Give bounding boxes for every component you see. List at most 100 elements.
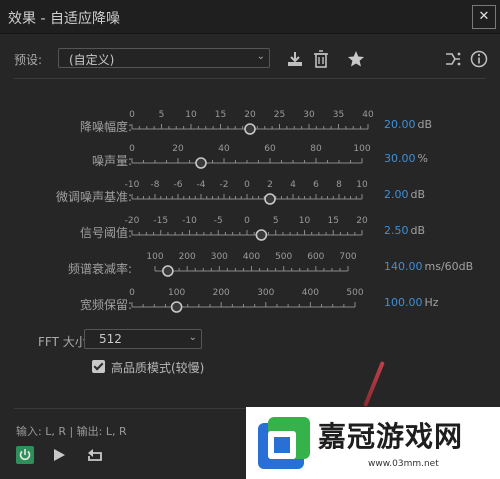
slider-scale[interactable]: 0 5 10 15 20 25 30 35 40 [122,108,378,136]
tick-label: 100 [353,144,370,154]
slider-knob [264,193,276,205]
tick-label: 20 [244,110,256,120]
tick-label: 100 [146,252,163,262]
slider-value-number: 140.00 [384,260,423,273]
high-quality-label: 高品质模式(较慢) [111,361,205,375]
loop-icon[interactable] [86,447,104,463]
tick-label: 15 [215,110,226,120]
slider-scale[interactable]: 0 20 40 60 80 100 [122,142,372,170]
tick-label: -8 [151,180,160,190]
tick-label: 5 [159,110,165,120]
slider-value-number: 2.00 [384,188,409,201]
watermark-url: www.03mm.net [368,459,439,469]
tick-label: 200 [179,252,196,262]
slider-knob [255,229,268,241]
slider-row: 宽频保留: 0 100 200 300 400 500 100.00 Hz [0,286,500,314]
slider-value-unit: dB [417,118,433,131]
fft-size-value: 512 [99,332,122,346]
tick-label: 10 [185,110,197,120]
power-button[interactable] [16,446,34,464]
download-icon[interactable] [286,50,304,68]
slider-label: 频谱衰减率: [67,262,132,276]
tick-label: -10 [125,180,140,190]
window-title: 效果 - 自适应降噪 [8,11,120,27]
slider-value-unit: Hz [424,296,439,309]
tick-label: 2 [267,180,273,190]
tick-label: 0 [129,144,135,154]
route-icon[interactable] [444,50,462,68]
tick-label: 80 [310,144,322,154]
watermark: 嘉冠游戏网 www.03mm.net [246,407,500,479]
slider-value[interactable]: 2.50 dB [384,224,425,237]
slider-value[interactable]: 100.00 Hz [384,296,439,309]
slider-value-number: 20.00 [384,118,416,131]
trash-icon[interactable] [312,50,330,68]
tick-label: 4 [290,180,296,190]
tick-label: 8 [336,180,342,190]
slider-value-unit: % [417,152,428,165]
slider-scale[interactable]: 100 200 300 400 500 600 700 [145,250,358,278]
slider-label: 微调噪声基准: [55,190,132,204]
slider-value[interactable]: 30.00% [384,152,428,165]
tick-label: 40 [362,110,374,120]
tick-label: 0 [244,180,250,190]
slider-value-unit: ms/60dB [424,260,474,273]
title-bar: 效果 - 自适应降噪 ✕ [0,0,500,34]
info-icon[interactable] [470,50,488,68]
tick-label: 500 [275,252,292,262]
slider-knob [162,265,174,277]
tick-label: 300 [211,252,228,262]
tick-label: -5 [214,216,223,226]
slider-value[interactable]: 140.00 ms/60dB [384,260,473,273]
slider-knob [170,301,183,313]
tick-label: 15 [328,216,339,226]
slider-value[interactable]: 2.00 dB [384,188,425,201]
chevron-down-icon: ⌄ [188,332,197,343]
tick-label: 35 [333,110,344,120]
slider-scale[interactable]: -10 -8 -6 -4 -2 0 2 4 6 8 10 [122,178,372,206]
high-quality-checkbox[interactable] [92,360,105,373]
slider-scale[interactable]: 0 100 200 300 400 500 [122,286,365,314]
play-icon[interactable] [52,448,66,462]
tick-label: 0 [129,110,135,120]
close-icon: ✕ [478,9,490,24]
slider-row: 信号阈值: -20 -15 -10 -5 0 5 10 15 20 2.50 dB [0,214,500,242]
tick-label: 200 [213,288,230,298]
preset-value: (自定义) [69,53,115,67]
tick-label: 300 [257,288,274,298]
tick-label: 20 [172,144,184,154]
slider-value-number: 30.00 [384,152,416,165]
preset-label: 预设: [14,53,43,67]
slider-row: 降噪幅度: 0 5 10 15 20 25 30 35 40 20.00 dB [0,108,500,136]
close-button[interactable]: ✕ [472,5,496,29]
fft-size-label: FFT 大小: [38,335,91,349]
bottom-divider [14,408,254,409]
tick-label: 60 [264,144,276,154]
slider-value-number: 100.00 [384,296,423,309]
red-arrow-mark [363,360,385,408]
io-routing-label: 输入: L, R | 输出: L, R [16,425,127,438]
tick-label: -15 [153,216,168,226]
tick-label: -2 [220,180,229,190]
star-icon[interactable] [347,50,365,68]
tick-label: 400 [243,252,260,262]
chevron-down-icon: ⌄ [256,51,265,62]
tick-label: 0 [129,288,135,298]
tick-label: -4 [197,180,206,190]
tick-label: 20 [356,216,368,226]
tick-label: 40 [218,144,230,154]
slider-value-unit: dB [410,188,426,201]
slider-value[interactable]: 20.00 dB [384,118,432,131]
slider-row: 噪声量: 0 20 40 60 80 100 30.00% [0,142,500,170]
slider-scale[interactable]: -20 -15 -10 -5 0 5 10 15 20 [122,214,372,242]
slider-row: 微调噪声基准: -10 -8 -6 -4 -2 0 2 4 6 8 10 2.00 dB [0,178,500,206]
tick-label: 500 [346,288,363,298]
tick-label: 400 [302,288,319,298]
fft-size-dropdown[interactable]: 512 ⌄ [84,329,202,349]
preset-dropdown[interactable]: (自定义) ⌄ [58,48,270,68]
slider-value-unit: dB [410,224,426,237]
tick-label: 700 [339,252,356,262]
tick-label: -10 [182,216,197,226]
tick-label: -6 [174,180,183,190]
tick-label: 0 [244,216,250,226]
